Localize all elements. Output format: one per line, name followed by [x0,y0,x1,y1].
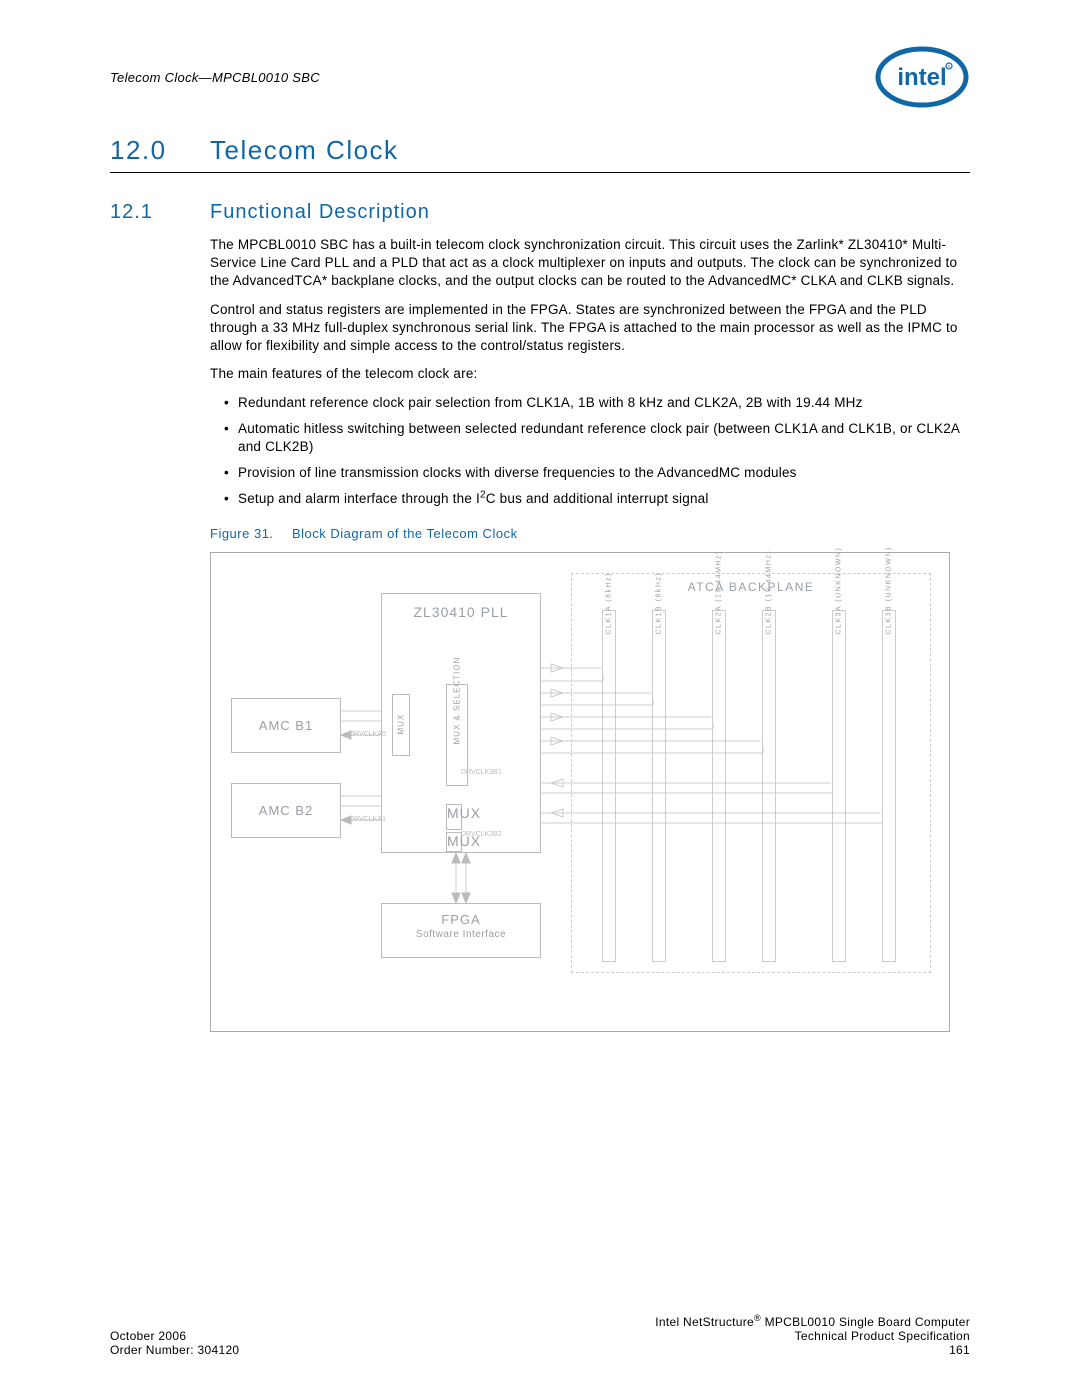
footer-product: Intel NetStructure® MPCBL0010 Single Boa… [655,1315,970,1329]
section-heading: 12.0Telecom Clock [110,135,970,173]
clk-bar: CLK2A (19.44MHz) [716,623,723,635]
clk-bar: CLK2B (19.44MHz) [766,623,773,635]
fpga-label: FPGA [441,912,480,927]
section-title: Telecom Clock [210,135,399,165]
signal-label: DRVCLK3B2 [461,831,502,838]
clk-bar: CLK1B (8kHz) [656,623,663,635]
subsection-heading: 12.1Functional Description [110,201,970,224]
footer-doc-type: Technical Product Specification [795,1329,970,1343]
pll-block: ZL30410 PLL MUX MUX & SELECTION MUX MUX [381,593,541,853]
subsection-number: 12.1 [110,201,210,224]
svg-text:intel: intel [897,64,946,91]
running-head: Telecom Clock—MPCBL0010 SBC [110,70,320,85]
list-item: Setup and alarm interface through the I2… [224,490,970,508]
clk-bar: CLK3A (UNKNOWN) [836,623,843,635]
atca-title: ATCA BACKPLANE [688,580,815,594]
signal-label: DRVCLKA0 [349,731,386,738]
signal-label: DRVCLK3B1 [461,769,502,776]
clk-bar: CLK1A (8kHz) [606,623,613,635]
fpga-sub-label: Software Interface [382,929,540,940]
feature-list: Redundant reference clock pair selection… [210,394,970,509]
figure-title: Block Diagram of the Telecom Clock [292,526,518,541]
pll-mux-label: MUX [397,719,406,735]
figure-caption: Figure 31.Block Diagram of the Telecom C… [210,525,970,543]
block-diagram: ZL30410 PLL MUX MUX & SELECTION MUX MUX … [210,552,950,1032]
fpga-block: FPGA Software Interface [381,903,541,958]
pll-label: ZL30410 PLL [413,604,508,620]
footer-order-number: Order Number: 304120 [110,1343,239,1357]
list-item: Redundant reference clock pair selection… [224,394,970,412]
subsection-title: Functional Description [210,201,430,223]
amc-b1-block: AMC B1 [231,698,341,753]
intel-logo-icon: intel R [874,45,970,109]
atca-backplane-block: ATCA BACKPLANE CLK1A (8kHz) CLK1B (8kHz)… [571,573,931,973]
page-footer: Intel NetStructure® MPCBL0010 Single Boa… [110,1315,970,1357]
paragraph: Control and status registers are impleme… [210,301,970,356]
paragraph: The MPCBL0010 SBC has a built-in telecom… [210,236,970,291]
paragraph: The main features of the telecom clock a… [210,365,970,383]
list-item: Automatic hitless switching between sele… [224,420,970,456]
pll-sel-label: MUX & SELECTION [453,725,462,745]
clk-bar: CLK3B (UNKNOWN) [886,623,893,635]
mux-label: MUX [447,805,481,821]
section-number: 12.0 [110,135,210,166]
list-item: Provision of line transmission clocks wi… [224,464,970,482]
amc-b2-block: AMC B2 [231,783,341,838]
footer-date: October 2006 [110,1329,186,1343]
figure-number: Figure 31. [210,525,292,543]
footer-page-number: 161 [949,1343,970,1357]
signal-label: DRVCLKA1 [349,816,386,823]
